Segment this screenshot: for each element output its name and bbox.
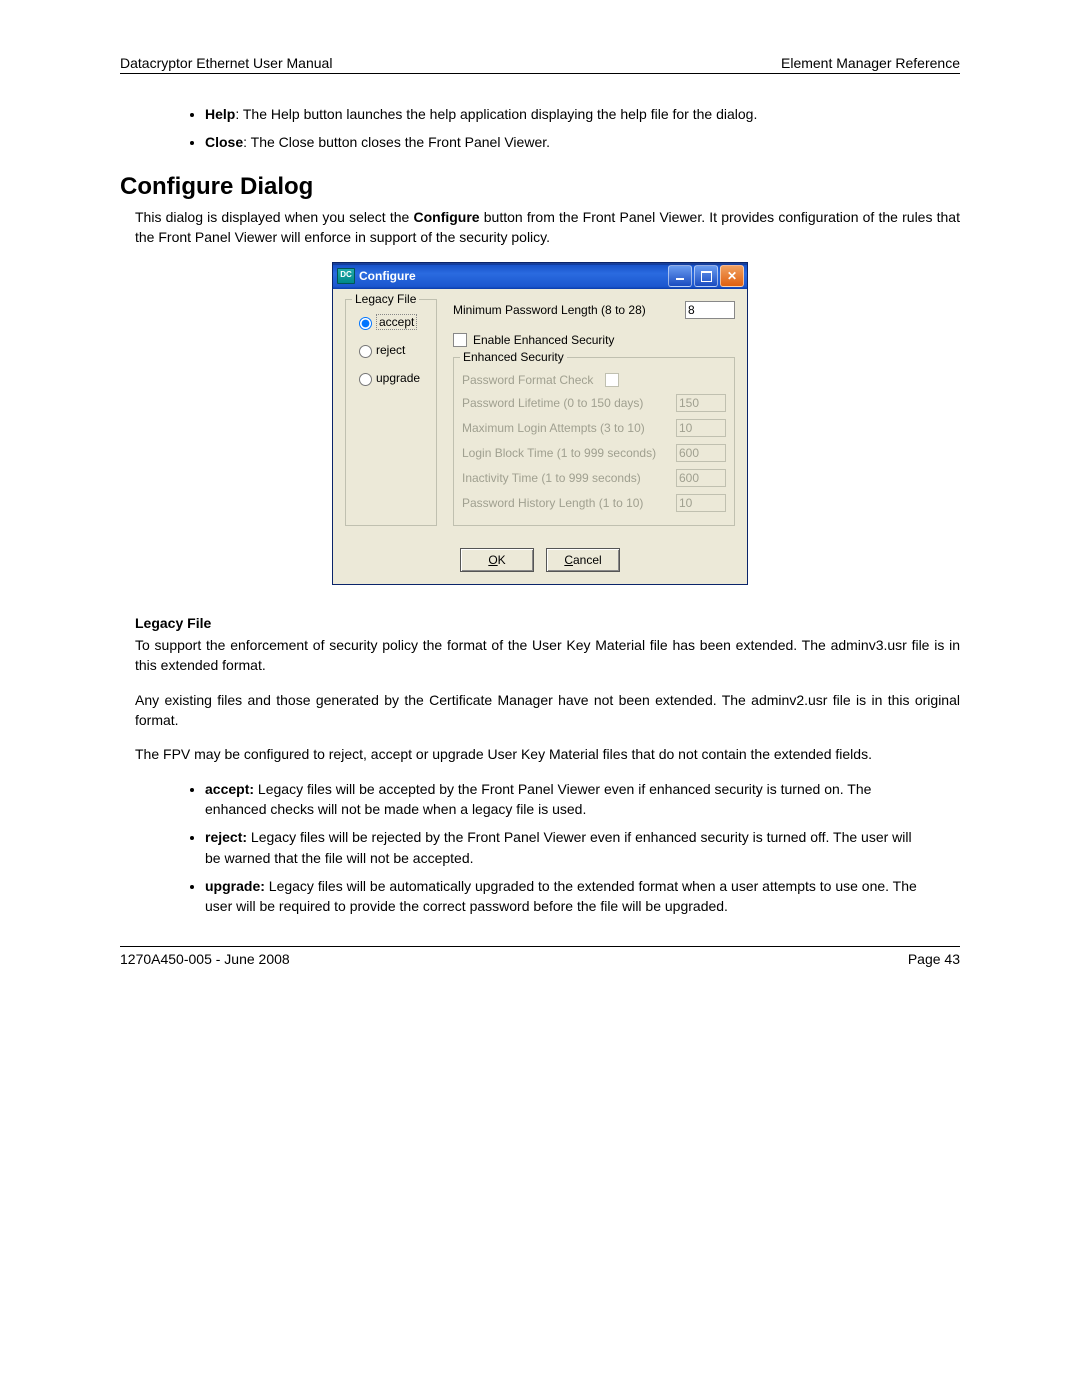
es-legend: Enhanced Security bbox=[460, 350, 567, 364]
list-item: accept: Legacy files will be accepted by… bbox=[205, 779, 960, 820]
intro-bullet-list: Help: The Help button launches the help … bbox=[120, 104, 960, 153]
close-button[interactable]: ✕ bbox=[720, 265, 744, 287]
inactivity-label: Inactivity Time (1 to 999 seconds) bbox=[462, 471, 641, 485]
enable-enhanced-checkbox[interactable]: Enable Enhanced Security bbox=[453, 333, 735, 347]
legacy-file-group: Legacy File accept reject upgrade bbox=[345, 299, 437, 526]
section-title: Configure Dialog bbox=[120, 173, 960, 201]
legacy-p3: The FPV may be configured to reject, acc… bbox=[135, 744, 960, 764]
bullet-text: : The Close button closes the Front Pane… bbox=[243, 134, 550, 150]
legacy-file-heading: Legacy File bbox=[135, 615, 960, 631]
bullet-label: Help bbox=[205, 106, 235, 122]
cancel-button[interactable]: Cancel bbox=[546, 548, 620, 572]
minimize-button[interactable] bbox=[668, 265, 692, 287]
maximize-icon bbox=[701, 271, 712, 282]
legacy-upgrade-radio[interactable]: upgrade bbox=[354, 370, 428, 386]
bullet-text: Legacy files will be automatically upgra… bbox=[205, 878, 917, 914]
legacy-accept-radio[interactable]: accept bbox=[354, 314, 428, 330]
bullet-text: Legacy files will be accepted by the Fro… bbox=[205, 781, 871, 817]
checkbox-icon bbox=[453, 333, 467, 347]
bullet-label: Close bbox=[205, 134, 243, 150]
pwd-format-checkbox bbox=[605, 373, 619, 387]
list-item: Close: The Close button closes the Front… bbox=[205, 132, 960, 152]
login-block-label: Login Block Time (1 to 999 seconds) bbox=[462, 446, 656, 460]
bullet-label: accept: bbox=[205, 781, 254, 797]
legacy-reject-radio[interactable]: reject bbox=[354, 342, 428, 358]
list-item: upgrade: Legacy files will be automatica… bbox=[205, 876, 960, 917]
max-login-input bbox=[676, 419, 726, 437]
dialog-title: Configure bbox=[359, 269, 416, 283]
header-left: Datacryptor Ethernet User Manual bbox=[120, 55, 332, 71]
pwd-lifetime-input bbox=[676, 394, 726, 412]
legacy-p2: Any existing files and those generated b… bbox=[135, 690, 960, 731]
inactivity-input bbox=[676, 469, 726, 487]
page-header: Datacryptor Ethernet User Manual Element… bbox=[120, 55, 960, 74]
header-right: Element Manager Reference bbox=[781, 55, 960, 71]
minimize-icon bbox=[676, 278, 684, 280]
bullet-label: upgrade: bbox=[205, 878, 265, 894]
list-item: reject: Legacy files will be rejected by… bbox=[205, 827, 960, 868]
ok-button[interactable]: OK bbox=[460, 548, 534, 572]
min-pwd-label: Minimum Password Length (8 to 28) bbox=[453, 303, 646, 317]
bullet-text: : The Help button launches the help appl… bbox=[235, 106, 757, 122]
app-icon: DC bbox=[337, 268, 355, 284]
bullet-text: Legacy files will be rejected by the Fro… bbox=[205, 829, 912, 865]
login-block-input bbox=[676, 444, 726, 462]
configure-dialog: DC Configure ✕ Legacy File accept reject… bbox=[332, 262, 748, 585]
footer-left: 1270A450-005 - June 2008 bbox=[120, 951, 290, 967]
pwd-format-label: Password Format Check bbox=[462, 373, 593, 387]
footer-right: Page 43 bbox=[908, 951, 960, 967]
min-pwd-input[interactable] bbox=[685, 301, 735, 319]
maximize-button[interactable] bbox=[694, 265, 718, 287]
max-login-label: Maximum Login Attempts (3 to 10) bbox=[462, 421, 645, 435]
legacy-bullet-list: accept: Legacy files will be accepted by… bbox=[120, 779, 960, 917]
close-icon: ✕ bbox=[727, 269, 737, 283]
legacy-legend: Legacy File bbox=[352, 292, 419, 306]
pwd-lifetime-label: Password Lifetime (0 to 150 days) bbox=[462, 396, 643, 410]
dialog-titlebar[interactable]: DC Configure ✕ bbox=[333, 263, 747, 289]
legacy-p1: To support the enforcement of security p… bbox=[135, 635, 960, 676]
pwd-history-label: Password History Length (1 to 10) bbox=[462, 496, 643, 510]
page-footer: 1270A450-005 - June 2008 Page 43 bbox=[120, 946, 960, 967]
enhanced-security-group: Enhanced Security Password Format Check … bbox=[453, 357, 735, 526]
bullet-label: reject: bbox=[205, 829, 247, 845]
pwd-history-input bbox=[676, 494, 726, 512]
section-intro: This dialog is displayed when you select… bbox=[135, 207, 960, 248]
list-item: Help: The Help button launches the help … bbox=[205, 104, 960, 124]
